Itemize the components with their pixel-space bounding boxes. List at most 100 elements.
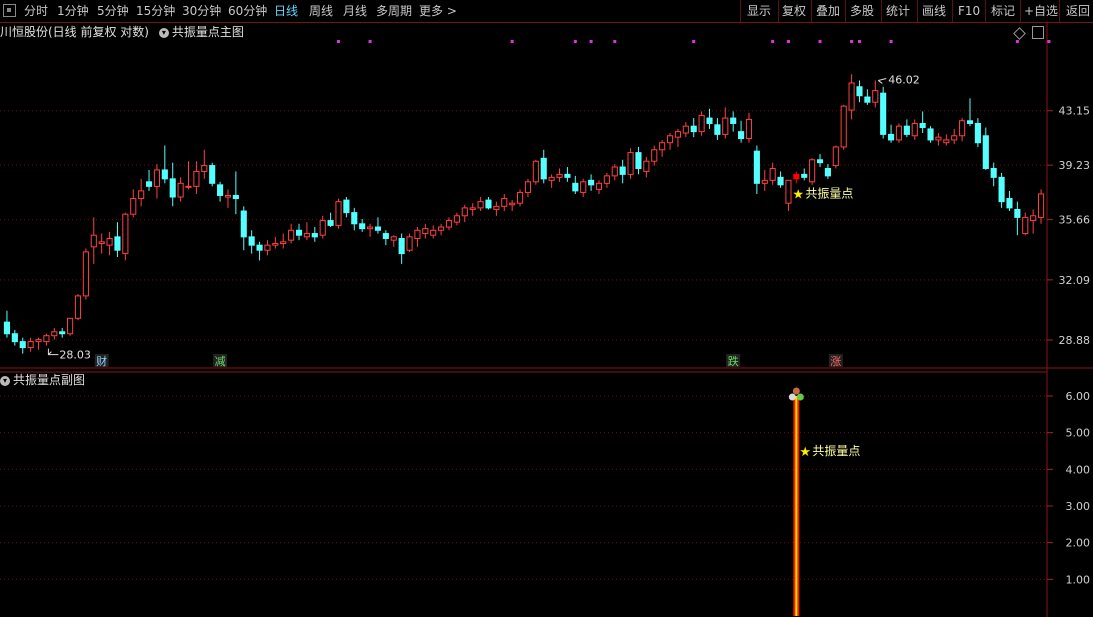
price-tick-label: 28.88: [1059, 334, 1091, 347]
candle-body: [666, 135, 674, 144]
candle-body: [256, 244, 263, 251]
signal-dot: [857, 40, 861, 43]
panel-toggle-icon[interactable]: [3, 4, 16, 17]
candle-body: [595, 182, 603, 190]
period-tab-5min[interactable]: 5分钟: [97, 3, 129, 19]
period-tab-monthly[interactable]: 月线: [343, 3, 367, 19]
price-tick-label: 35.66: [1059, 214, 1091, 227]
star-icon: ★: [792, 187, 804, 202]
period-tab-1min[interactable]: 1分钟: [57, 3, 89, 19]
period-tab-intraday[interactable]: 分时: [24, 3, 48, 19]
divider: [917, 0, 918, 22]
candlestick-chart[interactable]: 46.0228.03★ 共振量点财减跌涨 6.005.004.003.002.00…: [0, 22, 1093, 617]
candle-body: [153, 169, 160, 187]
candle-body: [43, 335, 50, 343]
candle-body: [509, 202, 516, 206]
candle-body: [106, 238, 113, 246]
divider: [952, 0, 953, 22]
candle-body: [1037, 193, 1045, 218]
candle-body: [59, 331, 66, 335]
divider: [985, 0, 986, 22]
candle-body: [177, 182, 184, 198]
signal-dot: [573, 40, 577, 43]
candle-body: [816, 159, 824, 164]
period-tab-15min[interactable]: 15分钟: [136, 3, 175, 19]
candle-body: [974, 122, 981, 144]
period-tab-daily[interactable]: 日线: [274, 3, 298, 19]
event-marker: 财: [96, 354, 107, 368]
candle-body: [35, 339, 42, 343]
main-signal-label: 共振量点: [805, 186, 853, 200]
add-watchlist-button[interactable]: +自选: [1024, 3, 1058, 19]
candle-body: [469, 207, 476, 210]
signal-dot: [589, 40, 593, 43]
candle-body: [311, 233, 318, 238]
candle-body: [927, 128, 934, 141]
candle-body: [659, 142, 666, 151]
overlay-button[interactable]: 叠加: [816, 3, 840, 19]
period-tab-weekly[interactable]: 周线: [309, 3, 333, 19]
candle-body: [303, 233, 310, 238]
event-marker: 减: [215, 355, 226, 368]
candle-body: [501, 198, 508, 207]
period-tab-30min[interactable]: 30分钟: [182, 3, 221, 19]
candle-body: [248, 236, 255, 246]
star-icon: ★: [799, 445, 811, 460]
period-tab-multi[interactable]: 多周期: [376, 3, 412, 19]
candle-body: [722, 117, 729, 135]
event-marker: 涨: [830, 355, 841, 368]
price-tick-label: 32.09: [1059, 274, 1091, 287]
candle-body: [98, 241, 105, 244]
candle-body: [895, 125, 903, 141]
candle-body: [90, 234, 97, 248]
signal-dot: [368, 40, 372, 43]
candle-body: [327, 220, 334, 226]
candle-body: [382, 233, 389, 240]
candle-body: [193, 170, 200, 187]
mark-button[interactable]: 标记: [991, 3, 1015, 19]
candle-body: [461, 207, 468, 217]
event-marker: 跌: [728, 354, 739, 368]
period-tab-60min[interactable]: 60分钟: [228, 3, 267, 19]
f10-button[interactable]: F10: [958, 3, 980, 19]
multi-stock-button[interactable]: 多股: [850, 3, 874, 19]
draw-line-button[interactable]: 画线: [922, 3, 946, 19]
candle-body: [745, 118, 753, 140]
candle-body: [809, 159, 816, 183]
candle-body: [493, 205, 500, 210]
candle-body: [801, 173, 808, 178]
statistics-button[interactable]: 统计: [886, 3, 910, 19]
candle-body: [359, 223, 366, 230]
divider: [740, 0, 741, 22]
candle-body: [374, 226, 382, 231]
candle-body: [288, 229, 295, 241]
candle-body: [11, 333, 18, 343]
candle-body: [406, 236, 413, 251]
candle-body: [367, 226, 374, 230]
display-button[interactable]: 显示: [747, 3, 771, 19]
candle-body: [674, 131, 681, 138]
candle-body: [943, 139, 950, 144]
signal-dot-cluster: [788, 393, 796, 401]
candle-body: [185, 185, 192, 188]
candle-body: [635, 152, 642, 169]
candle-body: [398, 238, 405, 255]
candle-body: [911, 122, 918, 137]
candle-body: [793, 173, 800, 180]
candle-body: [145, 181, 153, 187]
back-button[interactable]: 返回: [1066, 3, 1090, 19]
candle-body: [785, 179, 792, 204]
candle-body: [548, 176, 555, 181]
signal-dot: [510, 40, 514, 43]
signal-dot: [692, 40, 696, 43]
candle-body: [611, 166, 618, 177]
candle-body: [706, 117, 713, 124]
more-menu-button[interactable]: 更多 >: [419, 3, 457, 19]
signal-dot: [336, 40, 340, 43]
candle-body: [651, 149, 658, 162]
candle-body: [959, 120, 966, 137]
candle-body: [19, 341, 26, 349]
candle-body: [903, 125, 910, 135]
candle-body: [880, 92, 887, 135]
adjust-rights-button[interactable]: 复权: [782, 3, 806, 19]
